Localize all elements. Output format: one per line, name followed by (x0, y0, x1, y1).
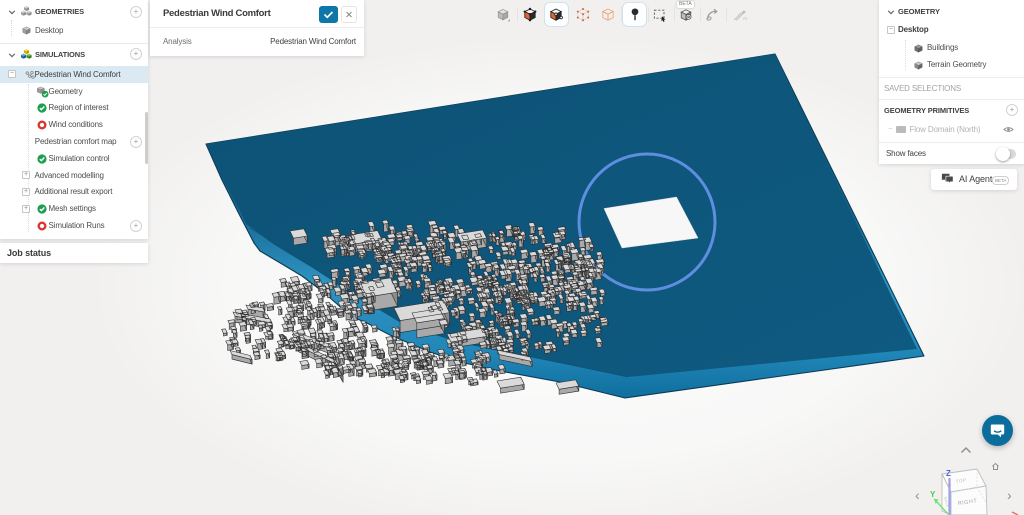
svg-text:AI: AI (743, 16, 748, 22)
svg-text:Z: Z (946, 469, 951, 478)
svg-text:Y: Y (930, 490, 936, 499)
